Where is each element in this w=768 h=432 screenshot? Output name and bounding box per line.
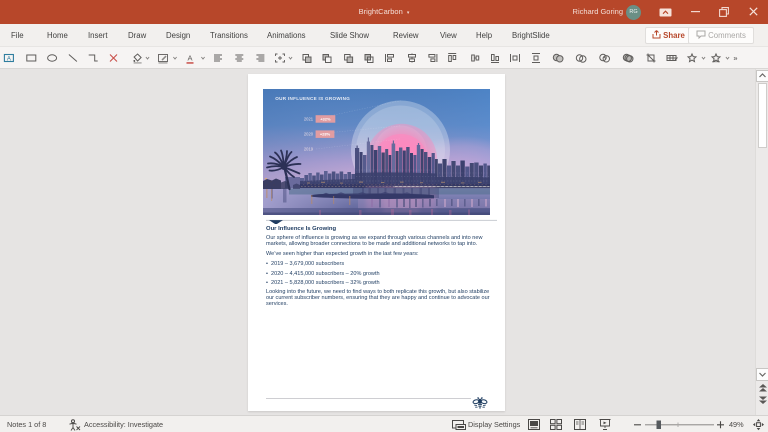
- svg-text:OUR INFLUENCE IS GROWING: OUR INFLUENCE IS GROWING: [275, 96, 350, 101]
- svg-text:+32%: +32%: [320, 117, 331, 122]
- svg-text:A: A: [187, 54, 192, 63]
- svg-text:2020: 2020: [304, 132, 314, 137]
- svg-text:+28%: +28%: [320, 132, 331, 137]
- svg-text:A: A: [7, 56, 11, 62]
- svg-text:2019: 2019: [304, 147, 314, 152]
- svg-text:»: »: [733, 54, 737, 63]
- svg-text:2021: 2021: [304, 116, 314, 121]
